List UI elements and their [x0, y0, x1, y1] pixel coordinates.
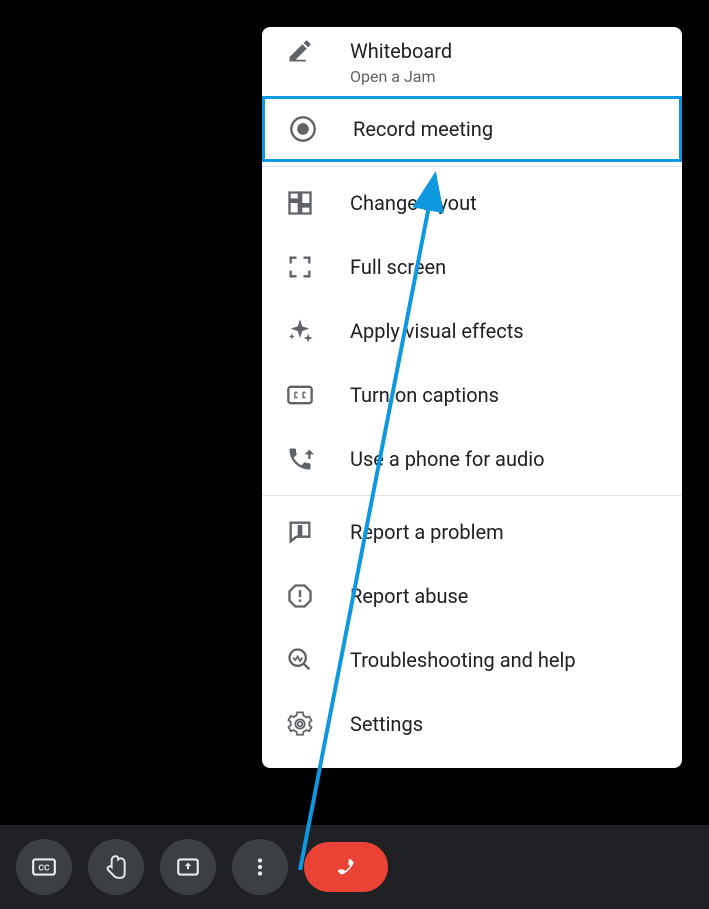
menu-item-label: Whiteboard [350, 37, 452, 65]
menu-item-phone[interactable]: Use a phone for audio [262, 427, 682, 491]
menu-item-report-problem[interactable]: Report a problem [262, 500, 682, 564]
menu-item-layout[interactable]: Change layout [262, 171, 682, 235]
menu-item-label: Turn on captions [350, 381, 499, 409]
menu-item-label: Settings [350, 710, 423, 738]
layout-icon [286, 189, 314, 217]
captions-button[interactable]: CC [16, 839, 72, 895]
pencil-icon [286, 37, 314, 65]
menu-item-whiteboard[interactable]: Whiteboard Open a Jam [262, 27, 682, 96]
end-call-button[interactable] [304, 842, 388, 892]
svg-text:CC: CC [38, 863, 50, 873]
menu-item-label: Record meeting [353, 115, 493, 143]
record-icon [289, 115, 317, 143]
more-options-button[interactable] [232, 839, 288, 895]
present-button[interactable] [160, 839, 216, 895]
menu-item-label: Troubleshooting and help [350, 646, 576, 674]
phone-forward-icon [286, 445, 314, 473]
menu-item-label: Change layout [350, 189, 477, 217]
menu-item-fullscreen[interactable]: Full screen [262, 235, 682, 299]
sparkle-icon [286, 317, 314, 345]
abuse-icon [286, 582, 314, 610]
menu-divider [262, 495, 682, 496]
raise-hand-button[interactable] [88, 839, 144, 895]
call-toolbar: CC [0, 825, 709, 909]
fullscreen-icon [286, 253, 314, 281]
menu-item-label: Report abuse [350, 582, 468, 610]
troubleshoot-icon [286, 646, 314, 674]
menu-item-effects[interactable]: Apply visual effects [262, 299, 682, 363]
menu-item-sublabel: Open a Jam [350, 67, 452, 86]
menu-divider [262, 166, 682, 167]
menu-item-record[interactable]: Record meeting [262, 96, 682, 162]
menu-item-label: Apply visual effects [350, 317, 524, 345]
menu-item-troubleshoot[interactable]: Troubleshooting and help [262, 628, 682, 692]
menu-item-label: Full screen [350, 253, 446, 281]
menu-item-label: Report a problem [350, 518, 504, 546]
menu-item-captions[interactable]: Turn on captions [262, 363, 682, 427]
menu-item-report-abuse[interactable]: Report abuse [262, 564, 682, 628]
menu-item-settings[interactable]: Settings [262, 692, 682, 756]
cc-icon [286, 381, 314, 409]
menu-item-label: Use a phone for audio [350, 445, 545, 473]
more-options-menu: Whiteboard Open a Jam Record meeting Cha… [262, 27, 682, 768]
gear-icon [286, 710, 314, 738]
feedback-icon [286, 518, 314, 546]
